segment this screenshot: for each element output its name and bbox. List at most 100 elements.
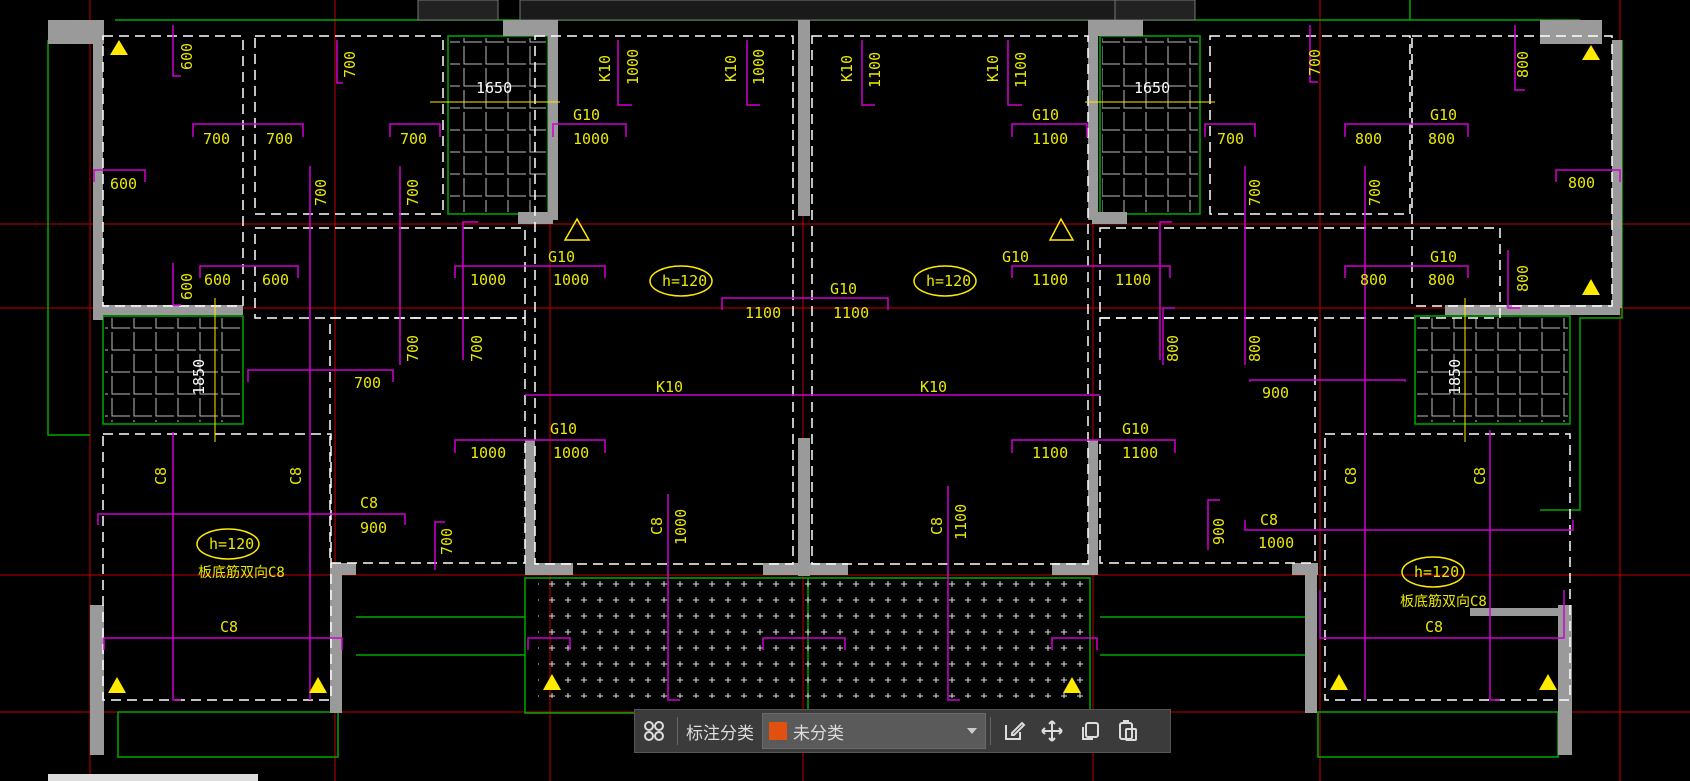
dim-label: 900 [360,519,387,537]
annotation-toolbar: 标注分类 未分类 [634,709,1171,753]
tile-hatch-4 [1417,318,1568,422]
slab-tag: h=120 [662,272,707,290]
dim-label: G10 [1032,106,1059,124]
dim-label: C8 [928,517,946,535]
chevron-down-icon [967,728,977,734]
edit-icon[interactable] [995,712,1033,750]
dim-label: 600 [110,175,137,193]
slab-note: 板底筋双向C8 [198,564,285,581]
dim-label: G10 [573,106,600,124]
dim-label: 900 [1210,518,1228,545]
dim-label: 800 [1355,130,1382,148]
dim-label: 1000 [573,130,609,148]
dim-label: C8 [220,618,238,636]
cad-canvas[interactable]: h=120 h=120 h=120 h=120 板底筋双向C8 板底筋双向C8 … [0,0,1690,781]
dim-label: 800 [1514,51,1532,78]
dim-label: 600 [178,43,196,70]
dim-label: 1100 [952,504,970,540]
dim-label: K10 [596,55,614,82]
dim-label: 700 [203,130,230,148]
category-color-swatch [769,722,787,740]
dim-label: 800 [1246,335,1264,362]
move-icon[interactable] [1033,712,1071,750]
dim-label: C8 [360,494,378,512]
slab-tag: h=120 [209,535,254,553]
dim-label: 1000 [624,49,642,85]
dim-label: 1100 [1122,444,1158,462]
dim-label: 1000 [672,509,690,545]
dim-label: 1100 [1032,130,1068,148]
dim-label: 800 [1514,265,1532,292]
paste-icon[interactable] [1109,712,1147,750]
open-markers [563,217,1075,241]
dim-label: 1100 [745,304,781,322]
dim-label: 700 [1246,179,1264,206]
toolbar-separator [677,717,678,745]
dim-label: 1100 [1012,52,1030,88]
dim-label: K10 [984,55,1002,82]
dim-label: 700 [404,335,422,362]
dim-label: C8 [1260,511,1278,529]
dim-label: 1100 [866,52,884,88]
dim-label: 700 [1217,130,1244,148]
dim-label: 700 [1366,179,1384,206]
dim-label: C8 [287,467,305,485]
dim-label: 700 [438,528,456,555]
dim-label: 1650 [476,79,512,97]
dim-label: 700 [404,179,422,206]
dim-label: 1000 [470,444,506,462]
dim-label: 1850 [1446,359,1464,395]
dim-label: 1100 [1032,271,1068,289]
status-strip [48,774,258,781]
dim-label: K10 [838,55,856,82]
copy-icon[interactable] [1071,712,1109,750]
slab-tag: h=120 [926,272,971,290]
dim-label: G10 [1430,106,1457,124]
category-select-value: 未分类 [793,723,844,744]
toolbar-separator [990,717,991,745]
top-hatch [417,0,1196,21]
slab-note: 板底筋双向C8 [1400,593,1487,610]
dim-label: 1000 [553,444,589,462]
category-select[interactable]: 未分类 [762,713,986,749]
dim-label: 600 [204,271,231,289]
dim-label: 700 [341,51,359,78]
dim-label: G10 [830,280,857,298]
dim-label: 800 [1164,335,1182,362]
dim-label: 700 [1306,49,1324,76]
dim-label: 700 [266,130,293,148]
annotation-category-label: 标注分类 [686,723,754,744]
tile-hatch-2 [1102,38,1198,212]
dim-label: G10 [550,420,577,438]
dim-label: 800 [1428,271,1455,289]
dim-label: 1000 [750,49,768,85]
dim-label: 600 [262,271,289,289]
tile-hatch-1 [450,38,546,212]
dim-label: C8 [648,517,666,535]
dim-label: 1000 [470,271,506,289]
dim-label: 900 [1262,384,1289,402]
dim-label: 700 [354,374,381,392]
dim-label: 700 [400,130,427,148]
dim-label: 1850 [190,359,208,395]
dim-label: 1650 [1134,79,1170,97]
dim-label: 1100 [833,304,869,322]
dim-label: 800 [1428,130,1455,148]
dim-label: K10 [656,378,683,396]
dim-label: C8 [1471,467,1489,485]
dim-label: G10 [1122,420,1149,438]
dim-label: G10 [548,248,575,266]
dim-label: 1000 [553,271,589,289]
dim-label: 800 [1568,174,1595,192]
tile-hatch-3 [105,318,241,422]
dim-label: G10 [1002,248,1029,266]
dim-label: K10 [920,378,947,396]
dim-label: 1000 [1258,534,1294,552]
dim-label: 700 [468,335,486,362]
dim-label: C8 [1425,618,1443,636]
dim-label: 1100 [1115,271,1151,289]
dim-label: 600 [178,273,196,300]
grid-4-icon[interactable] [635,712,673,750]
dim-label: C8 [1342,467,1360,485]
dim-label: K10 [722,55,740,82]
